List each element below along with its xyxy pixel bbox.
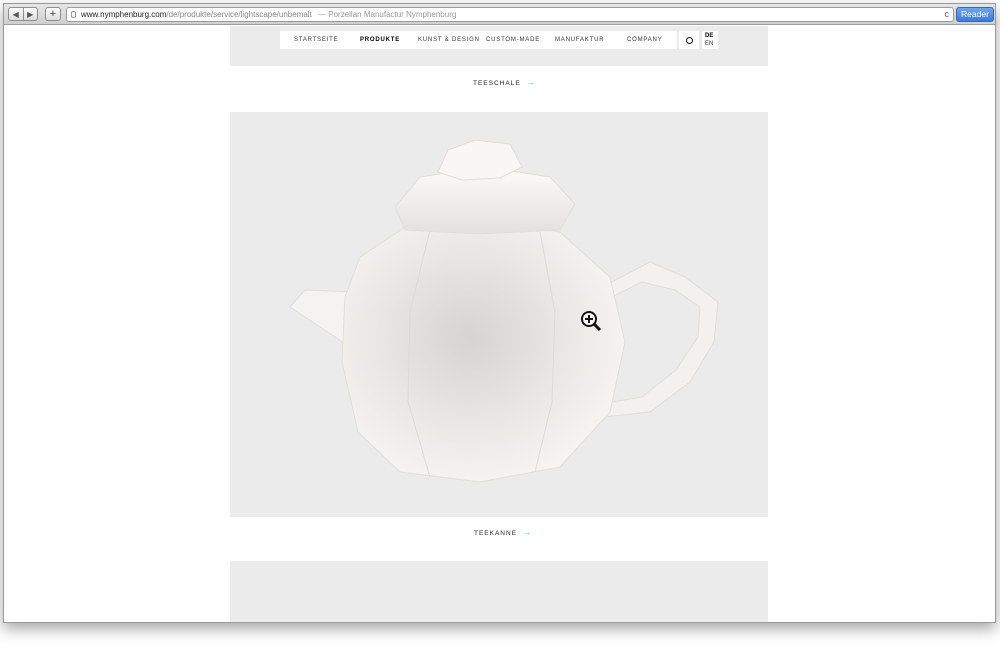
- url-path: /de/produkte/service/lightscape/unbemalt: [166, 10, 312, 19]
- arrow-right-icon: →: [523, 528, 533, 537]
- forward-button[interactable]: ▶: [22, 8, 38, 20]
- url-host: www.nymphenburg.com: [81, 10, 167, 19]
- lang-de-link[interactable]: DE: [705, 33, 713, 39]
- main-navigation: STARTSEITE PRODUKTE KUNST & DESIGN CUSTO…: [280, 31, 677, 49]
- product-caption-label: TEEKANNE: [474, 530, 518, 537]
- back-button[interactable]: ◀: [9, 8, 23, 20]
- new-tab-button[interactable]: +: [45, 7, 61, 21]
- product-caption-label: TEESCHALE: [473, 80, 521, 87]
- history-nav: ◀ ▶: [8, 7, 38, 21]
- product-caption-teekanne[interactable]: TEEKANNE →: [474, 528, 532, 537]
- nav-item-startseite[interactable]: STARTSEITE: [294, 37, 338, 43]
- teapot-image: [289, 139, 719, 483]
- lang-en-link[interactable]: EN: [705, 41, 713, 47]
- language-switcher: DE EN: [702, 31, 718, 49]
- nav-item-manufaktur[interactable]: MANUFAKTUR: [555, 37, 604, 43]
- nav-item-company[interactable]: COMPANY: [627, 37, 663, 43]
- address-bar[interactable]: www.nymphenburg.com/de/produkte/service/…: [66, 7, 954, 22]
- nav-item-produkte[interactable]: PRODUKTE: [360, 37, 400, 43]
- nav-item-custom-made[interactable]: CUSTOM-MADE: [486, 37, 540, 43]
- arrow-right-icon: →: [526, 78, 536, 87]
- product-caption-teeschale[interactable]: TEESCHALE →: [473, 78, 536, 87]
- nav-item-kunst-design[interactable]: KUNST & DESIGN: [418, 37, 480, 43]
- site-icon: [71, 11, 76, 18]
- product-image-teekanne[interactable]: [230, 112, 768, 517]
- search-icon[interactable]: [679, 31, 699, 49]
- browser-window: ◀ ▶ + www.nymphenburg.com/de/produkte/se…: [3, 3, 996, 623]
- page-title: — Porzellan Manufactur Nymphenburg: [318, 10, 457, 19]
- reload-icon[interactable]: c: [945, 8, 950, 21]
- zoom-in-icon[interactable]: [580, 310, 602, 332]
- web-page: STARTSEITE PRODUKTE KUNST & DESIGN CUSTO…: [4, 26, 995, 622]
- browser-toolbar: ◀ ▶ + www.nymphenburg.com/de/produkte/se…: [4, 4, 995, 25]
- reader-button[interactable]: Reader: [956, 7, 994, 22]
- next-product-panel[interactable]: [230, 561, 768, 622]
